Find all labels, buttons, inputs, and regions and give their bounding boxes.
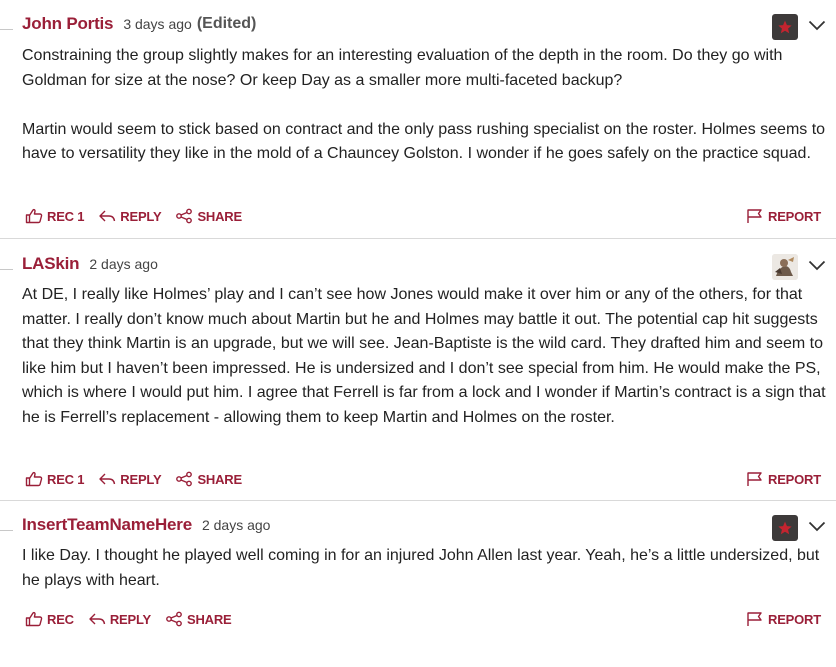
author-name[interactable]: InsertTeamNameHere [22,515,192,535]
share-icon [176,471,193,487]
reply-button[interactable]: Reply [98,208,162,224]
timestamp[interactable]: 3 days ago [123,16,192,32]
report-label: Report [768,611,821,627]
rec-label: Rec [47,611,74,627]
rec-label: Rec 1 [47,208,85,224]
reply-button[interactable]: Reply [98,471,162,487]
comment: John Portis 3 days ago (Edited) Constrai… [0,12,836,238]
thumbs-up-icon [25,471,43,487]
user-photo[interactable] [772,254,798,280]
rec-button[interactable]: Rec 1 [25,471,84,487]
chevron-down-icon[interactable] [808,18,826,32]
share-button[interactable]: Share [165,611,232,627]
reply-button[interactable]: Reply [88,611,151,627]
thread-line [0,530,13,531]
reply-icon [89,613,106,625]
comment-header: John Portis 3 days ago (Edited) [22,12,256,36]
thumbs-up-icon [25,208,43,224]
comment-paragraph: Martin would seem to stick based on cont… [22,120,826,163]
chevron-down-icon[interactable] [808,519,826,533]
comment-body: At DE, I really like Holmes’ play and I … [22,283,830,430]
divider [0,238,836,239]
share-button[interactable]: Share [175,471,242,487]
reply-label: Reply [109,611,152,627]
report-button[interactable]: Report [746,471,821,487]
share-button[interactable]: Share [175,208,242,224]
reply-label: Reply [120,208,162,224]
comment-paragraph: Constraining the group slightly makes fo… [22,47,783,89]
timestamp[interactable]: 2 days ago [202,517,271,533]
comment-paragraph: I like Day. I thought he played well com… [22,547,820,589]
flag-icon [747,612,762,626]
comment-body: I like Day. I thought he played well com… [22,544,830,593]
share-icon [166,611,182,627]
comment-paragraph: At DE, I really like Holmes’ play and I … [22,286,826,426]
thread-line [0,269,13,270]
divider [0,500,836,501]
report-label: Report [768,208,821,224]
reply-label: Reply [120,471,162,487]
report-button[interactable]: Report [746,611,821,627]
share-label: Share [197,208,242,224]
author-name[interactable]: LASkin [22,254,80,274]
author-name[interactable]: John Portis [22,14,114,34]
comment-actions: Rec 1 Reply Share Report [25,205,821,227]
comment: InsertTeamNameHere 2 days ago I like Day… [0,513,836,663]
thumbs-up-icon [25,611,43,627]
rec-label: Rec 1 [47,471,85,487]
comment: LASkin 2 days ago At DE, I really like H… [0,252,836,499]
report-label: Report [768,471,821,487]
comment-body: Constraining the group slightly makes fo… [22,44,830,167]
edited-label: (Edited) [196,15,257,32]
comment-header: InsertTeamNameHere 2 days ago [22,513,270,537]
reply-icon [99,210,116,222]
report-button[interactable]: Report [746,208,821,224]
thread-line [0,29,13,30]
chevron-down-icon[interactable] [808,258,826,272]
flag-icon [747,209,762,223]
flag-icon [747,472,762,486]
share-label: Share [197,471,242,487]
star-icon[interactable] [772,515,798,541]
reply-icon [99,473,116,485]
comment-header: LASkin 2 days ago [22,252,158,276]
star-icon[interactable] [772,14,798,40]
share-label: Share [187,611,232,627]
comment-actions: Rec Reply Share Report [25,608,821,630]
comment-actions: Rec 1 Reply Share Report [25,468,821,490]
share-icon [176,208,193,224]
timestamp[interactable]: 2 days ago [89,256,158,272]
rec-button[interactable]: Rec 1 [25,208,84,224]
rec-button[interactable]: Rec [25,611,74,627]
